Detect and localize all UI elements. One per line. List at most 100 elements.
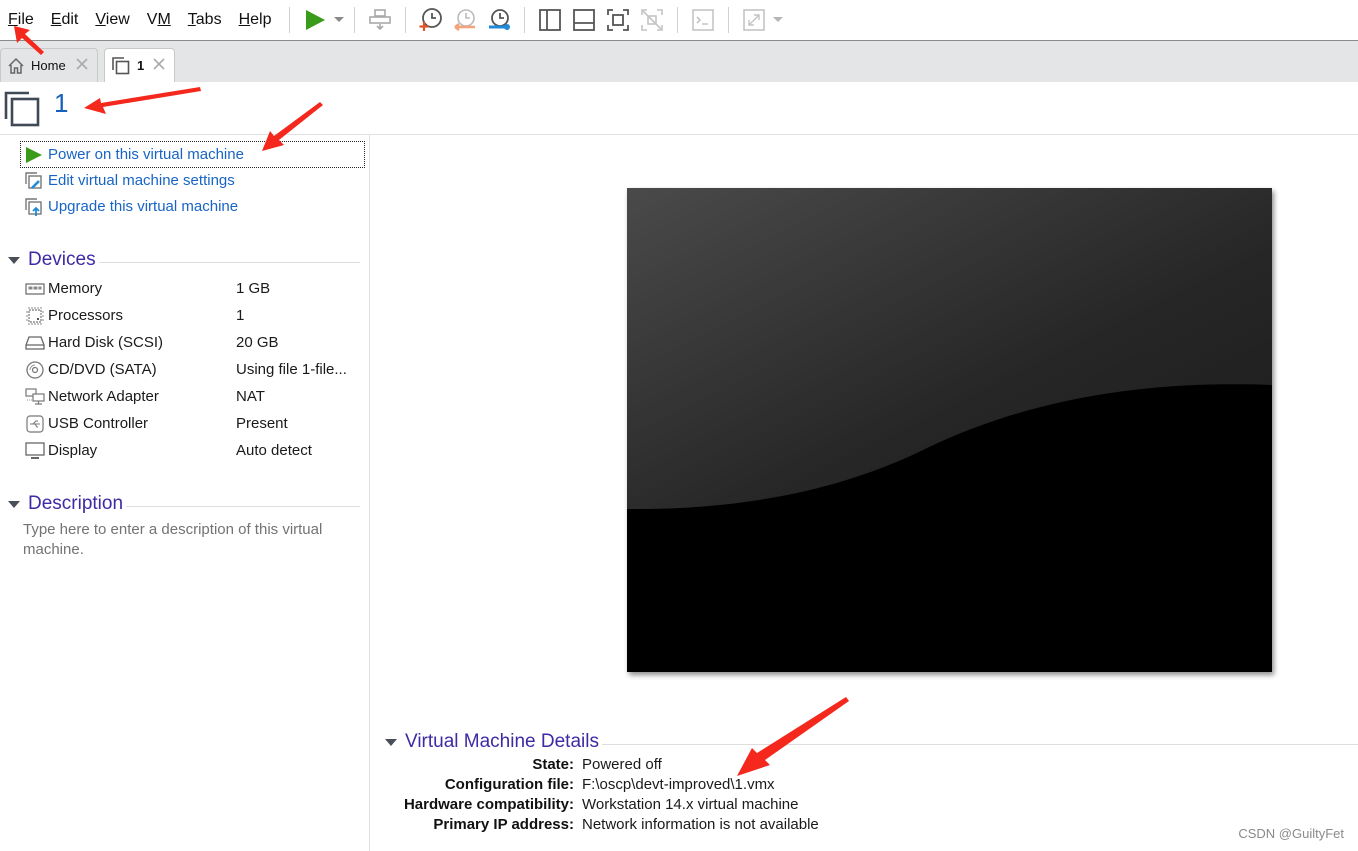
device-value: 1 GB bbox=[236, 280, 271, 297]
menu-help[interactable]: Help bbox=[231, 3, 281, 37]
upgrade-icon bbox=[23, 196, 45, 218]
memory-icon bbox=[24, 279, 46, 299]
menu-tabs[interactable]: Tabs bbox=[180, 3, 231, 37]
console-view-icon bbox=[691, 9, 714, 31]
processor-icon bbox=[24, 306, 46, 326]
device-value: NAT bbox=[236, 388, 265, 405]
stretch-dropdown-button[interactable] bbox=[771, 3, 785, 37]
show-thumbnail-bar-button[interactable] bbox=[567, 3, 601, 37]
take-snapshot-button[interactable] bbox=[414, 3, 448, 37]
upgrade-vm-link[interactable]: Upgrade this virtual machine bbox=[21, 194, 364, 219]
device-row-network-adapter[interactable]: Network Adapter NAT bbox=[24, 383, 364, 410]
power-on-icon bbox=[23, 144, 45, 166]
device-row-display[interactable]: Display Auto detect bbox=[24, 437, 364, 464]
vm-screen-thumbnail[interactable] bbox=[627, 188, 1272, 672]
menu-tabs-rest: abs bbox=[195, 11, 222, 28]
stretch-guest-icon bbox=[742, 9, 765, 31]
vm-title: 1 bbox=[54, 88, 69, 118]
description-title: Description bbox=[28, 493, 124, 514]
device-row-cd-dvd[interactable]: CD/DVD (SATA) Using file 1-file... bbox=[24, 356, 364, 383]
detail-key: Configuration file: bbox=[444, 776, 574, 793]
unity-button[interactable] bbox=[635, 3, 669, 37]
vm-header: 1 bbox=[0, 82, 1358, 135]
collapse-triangle-icon[interactable] bbox=[8, 500, 20, 508]
device-name: Hard Disk (SCSI) bbox=[48, 334, 164, 351]
vm-preview-panel: Virtual Machine Details State: Powered o… bbox=[371, 135, 1358, 851]
device-row-hard-disk[interactable]: Hard Disk (SCSI) 20 GB bbox=[24, 329, 364, 356]
detail-row-state: State: Powered off bbox=[371, 756, 1071, 776]
collapse-triangle-icon[interactable] bbox=[8, 256, 20, 264]
detail-key: Hardware compatibility: bbox=[403, 796, 574, 813]
section-divider bbox=[601, 743, 1358, 745]
send-ctrl-alt-del-button[interactable] bbox=[363, 3, 397, 37]
home-icon bbox=[8, 57, 24, 74]
show-thumbnail-bar-icon bbox=[572, 9, 595, 31]
display-icon bbox=[24, 441, 46, 461]
menu-view[interactable]: View bbox=[87, 3, 138, 37]
console-view-button[interactable] bbox=[686, 3, 720, 37]
vm-details-section-header[interactable]: Virtual Machine Details bbox=[385, 731, 1358, 753]
power-on-button[interactable] bbox=[298, 3, 332, 37]
usb-icon bbox=[24, 414, 46, 434]
edit-settings-icon bbox=[23, 170, 45, 192]
devices-title: Devices bbox=[28, 249, 96, 270]
take-snapshot-icon bbox=[419, 8, 442, 31]
toolbar-separator bbox=[523, 7, 525, 33]
full-screen-icon bbox=[606, 9, 629, 31]
full-screen-button[interactable] bbox=[601, 3, 635, 37]
power-on-vm-label: Power on this virtual machine bbox=[48, 146, 244, 163]
detail-value: F:\oscp\devt-improved\1.vmx bbox=[582, 776, 775, 793]
device-row-usb-controller[interactable]: USB Controller Present bbox=[24, 410, 364, 437]
device-name: USB Controller bbox=[48, 415, 149, 432]
devices-section-header[interactable]: Devices bbox=[8, 249, 360, 271]
detail-row-ip: Primary IP address: Network information … bbox=[371, 816, 1071, 836]
stretch-guest-button[interactable] bbox=[737, 3, 771, 37]
power-on-vm-link[interactable]: Power on this virtual machine bbox=[20, 141, 365, 168]
collapse-triangle-icon[interactable] bbox=[385, 738, 397, 746]
close-tab-home-button[interactable] bbox=[75, 57, 89, 74]
device-value: Auto detect bbox=[236, 442, 312, 459]
device-row-processors[interactable]: Processors 1 bbox=[24, 302, 364, 329]
tab-bar: Home 1 bbox=[0, 41, 1358, 82]
toolbar-separator bbox=[288, 7, 290, 33]
device-value: Present bbox=[236, 415, 288, 432]
device-name: CD/DVD (SATA) bbox=[48, 361, 157, 378]
detail-key: State: bbox=[532, 756, 574, 773]
tab-home[interactable]: Home bbox=[0, 48, 98, 82]
vm-large-icon bbox=[4, 91, 40, 127]
detail-value: Network information is not available bbox=[582, 816, 819, 833]
menu-help-rest: elp bbox=[250, 11, 272, 28]
description-section-header[interactable]: Description bbox=[8, 493, 360, 515]
menu-vm[interactable]: VM bbox=[139, 3, 180, 37]
detail-row-config-file: Configuration file: F:\oscp\devt-improve… bbox=[371, 776, 1071, 796]
manage-snapshots-button[interactable] bbox=[482, 3, 516, 37]
vm-details-title: Virtual Machine Details bbox=[405, 731, 599, 752]
section-divider bbox=[126, 505, 360, 507]
menu-file[interactable]: File bbox=[0, 3, 43, 37]
chevron-down-icon bbox=[333, 17, 344, 22]
watermark: CSDN @GuiltyFet bbox=[1238, 826, 1344, 841]
section-divider bbox=[98, 261, 360, 263]
close-tab-vm-button[interactable] bbox=[152, 57, 166, 74]
unity-icon bbox=[640, 9, 663, 31]
menu-toolbar: File Edit View VM Tabs Help bbox=[0, 0, 1358, 41]
description-input[interactable]: Type here to enter a description of this… bbox=[23, 520, 363, 560]
power-dropdown-button[interactable] bbox=[332, 3, 346, 37]
device-name: Processors bbox=[48, 307, 124, 324]
device-value: 1 bbox=[236, 307, 245, 324]
edit-vm-settings-link[interactable]: Edit virtual machine settings bbox=[21, 168, 364, 193]
manage-snapshots-icon bbox=[488, 9, 510, 30]
menu-file-rest: ile bbox=[17, 11, 34, 28]
menu-edit[interactable]: Edit bbox=[43, 3, 88, 37]
menu-edit-rest: dit bbox=[61, 11, 79, 28]
device-name: Display bbox=[48, 442, 98, 459]
tab-vm[interactable]: 1 bbox=[104, 48, 175, 82]
revert-snapshot-icon bbox=[453, 9, 475, 31]
chevron-down-icon bbox=[772, 17, 783, 22]
detail-value: Powered off bbox=[582, 756, 662, 773]
device-name: Memory bbox=[48, 280, 103, 297]
revert-snapshot-button[interactable] bbox=[448, 3, 482, 37]
show-library-button[interactable] bbox=[533, 3, 567, 37]
close-icon bbox=[76, 58, 88, 70]
device-row-memory[interactable]: Memory 1 GB bbox=[24, 275, 364, 302]
